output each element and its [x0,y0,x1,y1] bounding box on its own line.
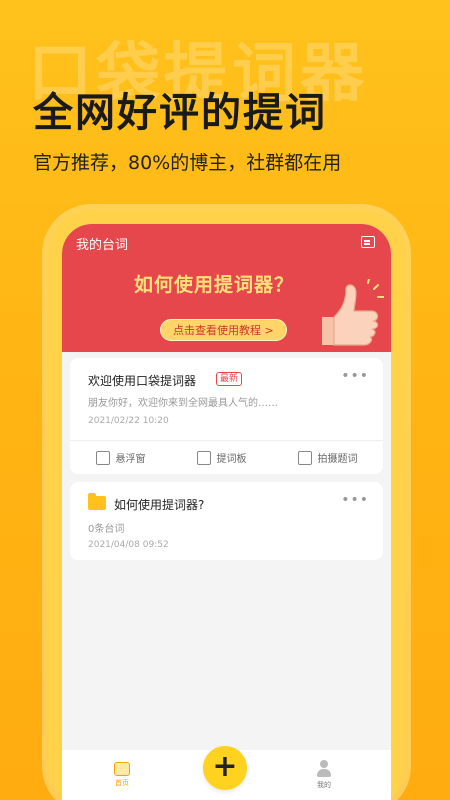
more-icon[interactable]: ••• [341,492,369,508]
folder-count: 0条台词 [88,524,125,535]
nav-home-label: 首页 [115,779,129,787]
shoot-prompter-button[interactable]: 拍摄题词 [297,450,358,465]
prompter-board-icon [196,450,211,465]
folder-icon [88,493,106,510]
nav-me[interactable]: 我的 [312,760,336,790]
folder-card[interactable]: 如何使用提词器? ••• 0条台词 2021/04/08 09:52 [70,482,383,560]
bottom-nav: 首页 + 我的 [62,746,391,800]
script-title: 欢迎使用口袋提词器 [88,374,197,388]
floating-window-label: 悬浮窗 [115,454,146,465]
camera-icon [297,450,312,465]
shoot-prompter-label: 拍摄题词 [317,454,358,465]
app-screen: 我的台词 如何使用提词器？ 点击查看使用教程 > 欢迎使用口袋提词器 最新 ••… [62,224,391,800]
nav-me-label: 我的 [317,781,331,789]
script-actions: 悬浮窗 提词板 拍摄题词 [70,440,383,474]
floating-window-button[interactable]: 悬浮窗 [95,450,146,465]
nav-home[interactable]: 首页 [110,762,134,788]
promo-headline: 全网好评的提词 [33,90,327,136]
script-card[interactable]: 欢迎使用口袋提词器 最新 ••• 朋友你好，欢迎你来到全网最具人气的…… 202… [70,358,383,474]
more-icon[interactable]: ••• [341,368,369,384]
home-icon [114,762,130,776]
menu-icon[interactable] [361,236,375,248]
tutorial-button[interactable]: 点击查看使用教程 > [160,319,287,341]
new-badge: 最新 [216,372,243,386]
script-date: 2021/02/22 10:20 [88,416,169,426]
folder-title: 如何使用提词器? [114,498,205,512]
tutorial-banner: 我的台词 如何使用提词器？ 点击查看使用教程 > [62,224,391,352]
add-button[interactable]: + [203,746,247,790]
script-preview: 朋友你好，欢迎你来到全网最具人气的…… [88,398,278,409]
prompter-board-button[interactable]: 提词板 [196,450,247,465]
prompter-board-label: 提词板 [216,454,247,465]
promo-subline: 官方推荐，80%的博主，社群都在用 [33,152,342,174]
header-title: 我的台词 [76,238,129,253]
thumbs-up-icon [322,279,384,346]
person-icon [316,760,332,778]
floating-window-icon [95,450,110,465]
banner-heading: 如何使用提词器？ [134,274,295,296]
folder-date: 2021/04/08 09:52 [88,540,169,550]
